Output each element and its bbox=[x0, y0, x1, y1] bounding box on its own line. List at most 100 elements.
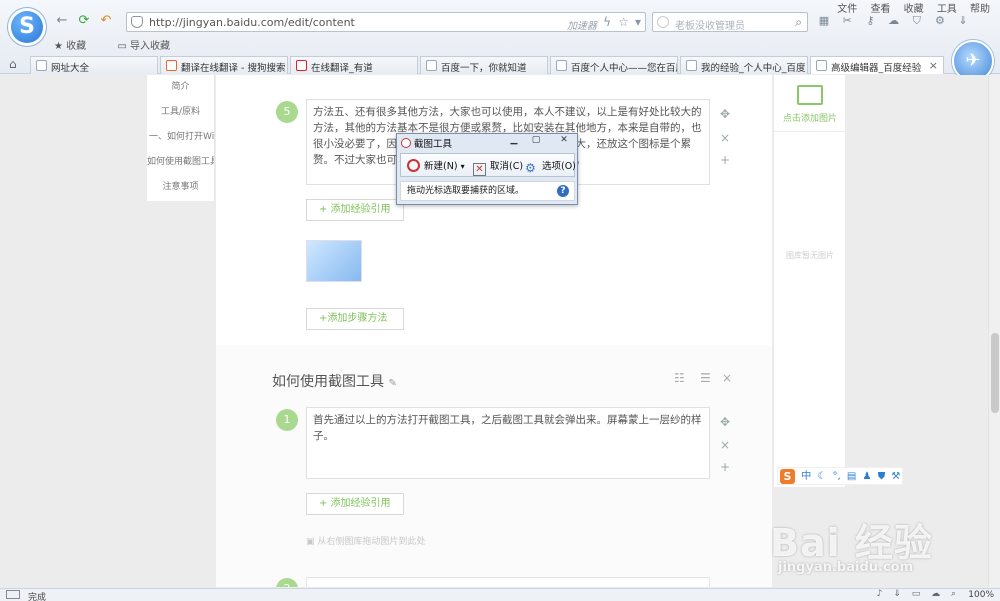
page-icon bbox=[426, 60, 437, 71]
snipping-tool-window: 截图工具 ▁ ▢ ✕ 新建(N) ▾ ✕ 取消(C) ⚙ 选项(O) 拖动光标选取要… bbox=[396, 133, 578, 205]
step-description-input[interactable]: 首先通过以上的方法打开截图工具，之后截图工具就会弹出来。屏幕蒙上一层纱的样子。 bbox=[306, 407, 710, 479]
sogou-icon bbox=[166, 60, 177, 71]
ime-mode-toggle[interactable]: 中 bbox=[801, 469, 811, 484]
input-method-toolbar: S 中 ☾ °, ▤ ♟ ⛊ ⚒ bbox=[777, 467, 904, 485]
download-icon[interactable]: ⇓ bbox=[955, 14, 971, 27]
nav-item-how-to-use[interactable]: 如何使用截图工具 bbox=[147, 150, 214, 175]
zoom-level[interactable]: 100% bbox=[968, 590, 994, 600]
cancel-icon: ✕ bbox=[473, 163, 486, 176]
tab-sogou-translate[interactable]: 翻译在线翻译 - 搜狗搜索 bbox=[160, 56, 288, 74]
step-number: 5 bbox=[276, 101, 298, 123]
step-image-thumbnail[interactable] bbox=[306, 240, 362, 282]
volume-icon[interactable]: ♪ bbox=[877, 589, 883, 599]
moon-icon[interactable]: ☾ bbox=[817, 469, 826, 484]
add-image-button[interactable]: 点击添加图片 bbox=[774, 85, 846, 124]
close-window-button[interactable]: ✕ bbox=[547, 134, 581, 148]
add-step-button[interactable]: +添加步骤方法 bbox=[306, 308, 404, 330]
back-icon[interactable]: ← bbox=[54, 13, 70, 29]
skin-icon[interactable]: ⛊ bbox=[878, 469, 886, 484]
tab-youdao[interactable]: 在线翻译_有道 bbox=[290, 56, 418, 74]
import-favorites-link[interactable]: ▭ 导入收藏 bbox=[117, 41, 184, 52]
window-icon[interactable]: ▭ bbox=[912, 589, 921, 599]
grid-icon[interactable]: ▦ bbox=[816, 14, 832, 27]
maximize-button[interactable]: ▢ bbox=[525, 134, 547, 148]
download-status-icon[interactable]: ⇓ bbox=[893, 589, 901, 599]
add-step-icon[interactable]: + bbox=[718, 153, 732, 167]
gear-icon[interactable]: ⚙ bbox=[932, 14, 948, 27]
key-icon[interactable]: ⚷ bbox=[862, 14, 878, 27]
cloud-icon[interactable]: ☁ bbox=[931, 589, 940, 599]
edit-pencil-icon[interactable]: ✎ bbox=[388, 378, 396, 389]
new-snip-button[interactable]: 新建(N) ▾ bbox=[407, 158, 465, 172]
delete-step-icon[interactable]: × bbox=[718, 438, 732, 452]
add-step-icon[interactable]: + bbox=[718, 460, 732, 474]
undo-icon[interactable]: ↶ bbox=[98, 13, 114, 29]
minimize-button[interactable]: ▁ bbox=[503, 134, 525, 148]
delete-step-icon[interactable]: × bbox=[718, 131, 732, 145]
keyboard-icon[interactable]: ▤ bbox=[847, 469, 856, 484]
delete-section-icon[interactable]: × bbox=[722, 371, 732, 385]
lightning-icon[interactable]: ϟ bbox=[603, 15, 611, 29]
scissors-icon[interactable]: ✂ bbox=[839, 14, 855, 27]
nav-item-intro[interactable]: 简介 bbox=[147, 75, 214, 100]
tab-my-experience[interactable]: 我的经验_个人中心_百度 bbox=[680, 56, 808, 74]
new-snip-icon bbox=[407, 159, 420, 172]
refresh-icon[interactable]: ⟳ bbox=[76, 13, 92, 29]
options-button[interactable]: ⚙ 选项(O) bbox=[525, 158, 576, 175]
tab-baidu[interactable]: 百度一下，你就知道 bbox=[420, 56, 548, 74]
image-gallery-panel: 点击添加图片 图库暂无图片 bbox=[773, 75, 846, 487]
page-icon bbox=[816, 60, 827, 71]
home-icon[interactable]: ⌂ bbox=[9, 57, 17, 71]
tab-advanced-editor[interactable]: 高级编辑器_百度经验 × bbox=[810, 56, 944, 74]
tab-baidu-personal[interactable]: 百度个人中心——您在百度 bbox=[550, 56, 678, 74]
close-tab-icon[interactable]: × bbox=[929, 59, 938, 72]
ordered-list-icon[interactable]: ☷ bbox=[674, 371, 685, 385]
address-text: http://jingyan.baidu.com/edit/content bbox=[149, 16, 355, 29]
status-text: 完成 bbox=[28, 593, 47, 601]
add-reference-button[interactable]: + 添加经验引用 bbox=[306, 199, 404, 221]
nav-item-how-to-open[interactable]: 一、如何打开Win bbox=[147, 125, 214, 150]
favorites-link[interactable]: ★ 收藏 bbox=[54, 41, 100, 52]
window-title: 截图工具 bbox=[401, 136, 452, 150]
help-icon[interactable]: ? bbox=[557, 185, 569, 197]
gallery-empty-text: 图库暂无图片 bbox=[786, 251, 834, 260]
address-bar[interactable]: http://jingyan.baidu.com/edit/content 加速… bbox=[126, 12, 646, 32]
move-icon[interactable]: ✥ bbox=[718, 415, 732, 429]
step-number: 1 bbox=[276, 409, 298, 431]
drop-image-hint: ▣ 从右侧图库拖动图片到此处 bbox=[306, 537, 426, 547]
shield-icon[interactable]: ⛉ bbox=[909, 14, 925, 28]
section-title[interactable]: 如何使用截图工具 ✎ bbox=[272, 371, 397, 391]
scrollbar-thumb[interactable] bbox=[991, 333, 999, 413]
sogou-ime-icon[interactable]: S bbox=[780, 469, 795, 484]
chevron-down-icon[interactable]: ▾ bbox=[461, 162, 465, 171]
toolbar-icons: ▦ ✂ ⚷ ☁ ⛉ ⚙ ⇓ bbox=[816, 14, 996, 30]
nav-item-notes[interactable]: 注意事项 bbox=[147, 175, 214, 200]
search-icon[interactable]: ⌕ bbox=[795, 15, 802, 30]
search-engine-icon[interactable] bbox=[657, 16, 669, 28]
browser-logo-icon[interactable]: S bbox=[8, 8, 46, 46]
cancel-button[interactable]: ✕ 取消(C) bbox=[473, 158, 523, 176]
tab-strip: ⌂ 网址大全 翻译在线翻译 - 搜狗搜索 在线翻译_有道 百度一下，你就知道 百… bbox=[0, 54, 1000, 74]
accelerator-label[interactable]: 加速器 bbox=[567, 17, 597, 32]
add-reference-button[interactable]: + 添加经验引用 bbox=[306, 493, 404, 515]
star-icon[interactable]: ☆ bbox=[618, 15, 629, 29]
watermark-brand: Bai 经验 bbox=[770, 521, 933, 565]
zoom-icon[interactable]: ⌕ bbox=[951, 589, 956, 599]
watermark-domain: jingyan.baidu.com bbox=[778, 560, 914, 575]
unordered-list-icon[interactable]: ☰ bbox=[700, 371, 711, 385]
snipping-toolbar: 新建(N) ▾ ✕ 取消(C) ⚙ 选项(O) bbox=[400, 153, 576, 177]
nav-item-tools[interactable]: 工具/原料 bbox=[147, 100, 214, 125]
browser-chrome: S ← ⟳ ↶ http://jingyan.baidu.com/edit/co… bbox=[0, 0, 1000, 74]
status-icons: ♪ ⇓ ▭ ☁ ⌕ bbox=[869, 589, 956, 599]
tab-url-directory[interactable]: 网址大全 bbox=[30, 56, 158, 74]
baidu-watermark: Bai 经验 jingyan.baidu.com bbox=[770, 500, 992, 580]
cloud-icon[interactable]: ☁ bbox=[886, 14, 902, 27]
step-description-input[interactable] bbox=[306, 577, 710, 587]
search-box[interactable]: 老板没收管理员 ⌕ bbox=[652, 12, 808, 32]
punctuation-icon[interactable]: °, bbox=[833, 469, 841, 484]
chevron-down-icon[interactable]: ▾ bbox=[635, 15, 641, 29]
wrench-icon[interactable]: ⚒ bbox=[891, 469, 900, 484]
user-icon[interactable]: ♟ bbox=[863, 469, 872, 484]
move-icon[interactable]: ✥ bbox=[718, 107, 732, 121]
search-input[interactable]: 老板没收管理员 bbox=[675, 17, 745, 32]
